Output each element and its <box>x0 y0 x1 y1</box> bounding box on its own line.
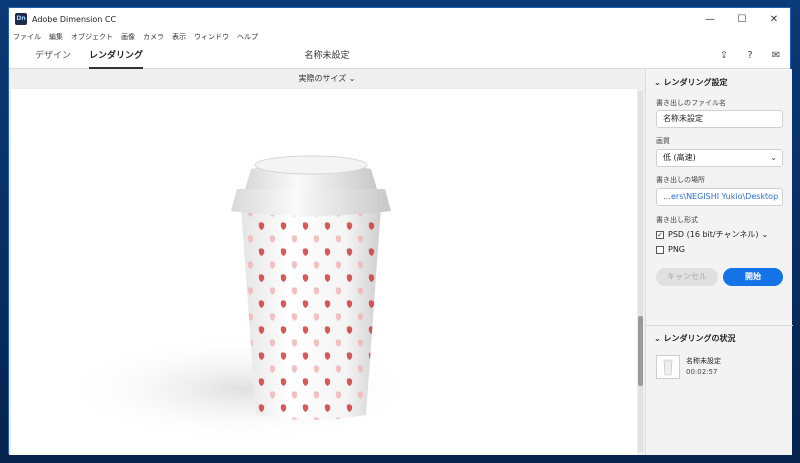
menu-object[interactable]: オブジェクト <box>71 32 113 42</box>
menu-file[interactable]: ファイル <box>13 32 41 42</box>
app-window: Dn Adobe Dimension CC — ☐ ✕ ファイル 編集 オブジェ… <box>8 7 793 455</box>
menu-help[interactable]: ヘルプ <box>237 32 258 42</box>
render-job-time: 00:02:57 <box>686 368 718 376</box>
render-settings-title: レンダリング設定 <box>663 78 728 87</box>
close-button[interactable]: ✕ <box>758 8 790 30</box>
render-settings-panel: ⌄ レンダリング設定 書き出しのファイル名 名称未設定 画質 低 (高速) ⌄ … <box>645 69 793 455</box>
format-label: 書き出し形式 <box>656 216 698 224</box>
mode-tab-bar: デザイン レンダリング 名称未設定 ⇪ ? ✉ <box>9 44 790 69</box>
chevron-down-icon[interactable]: ⌄ <box>761 230 768 239</box>
menu-camera[interactable]: カメラ <box>143 32 164 42</box>
menu-image[interactable]: 画像 <box>121 32 135 42</box>
menu-window[interactable]: ウィンドウ <box>194 32 229 42</box>
view-size-dropdown[interactable]: 実際のサイズ ⌄ <box>9 69 645 89</box>
chevron-down-icon: ⌄ <box>770 153 777 162</box>
render-settings-header[interactable]: ⌄ レンダリング設定 <box>654 77 728 88</box>
start-render-button[interactable]: 開始 <box>723 268 783 286</box>
render-viewport[interactable] <box>11 89 637 455</box>
format-psd-option[interactable]: ✓ PSD (16 bit/チャンネル) ⌄ <box>656 229 768 240</box>
chevron-down-icon: ⌄ <box>654 334 664 343</box>
psd-checkbox[interactable]: ✓ <box>656 230 664 239</box>
window-controls: — ☐ ✕ <box>694 8 790 30</box>
location-label: 書き出しの場所 <box>656 176 705 184</box>
cup-thumbnail-icon <box>663 359 673 376</box>
help-icon[interactable]: ? <box>742 48 758 64</box>
filename-input[interactable]: 名称未設定 <box>656 110 783 128</box>
scrollbar-thumb[interactable] <box>638 316 643 386</box>
cancel-button[interactable]: キャンセル <box>656 268 718 286</box>
canvas-area: 実際のサイズ ⌄ <box>9 69 645 455</box>
coffee-cup-render <box>61 155 421 444</box>
render-status-header[interactable]: ⌄ レンダリングの状況 <box>654 333 736 344</box>
render-job-name: 名称未設定 <box>686 357 721 365</box>
menu-bar: ファイル 編集 オブジェクト 画像 カメラ 表示 ウィンドウ ヘルプ <box>9 30 790 44</box>
chevron-down-icon: ⌄ <box>654 78 664 87</box>
minimize-button[interactable]: — <box>694 8 726 30</box>
top-right-icons: ⇪ ? ✉ <box>716 48 784 64</box>
format-png-option[interactable]: PNG <box>656 245 685 254</box>
quality-select[interactable]: 低 (高速) ⌄ <box>656 149 783 167</box>
render-thumbnail[interactable] <box>656 355 680 379</box>
quality-value: 低 (高速) <box>663 153 696 162</box>
png-checkbox[interactable] <box>656 245 664 254</box>
render-status-title: レンダリングの状況 <box>663 334 736 343</box>
psd-label: PSD (16 bit/チャンネル) <box>668 230 759 239</box>
comment-icon[interactable]: ✉ <box>768 48 784 64</box>
filename-label: 書き出しのファイル名 <box>656 99 726 107</box>
title-bar: Dn Adobe Dimension CC — ☐ ✕ <box>9 8 790 30</box>
quality-label: 画質 <box>656 137 670 145</box>
menu-view[interactable]: 表示 <box>172 32 186 42</box>
viewport-scrollbar[interactable] <box>638 91 643 452</box>
dimension-app-icon: Dn <box>15 13 27 25</box>
panel-divider <box>646 325 793 326</box>
maximize-button[interactable]: ☐ <box>726 8 758 30</box>
document-title: 名称未設定 <box>304 51 350 61</box>
share-icon[interactable]: ⇪ <box>716 48 732 64</box>
menu-edit[interactable]: 編集 <box>49 32 63 42</box>
window-title: Adobe Dimension CC <box>32 14 117 24</box>
png-label: PNG <box>668 245 686 254</box>
location-input[interactable]: …ers\NEGISHI Yukio\Desktop <box>656 188 783 206</box>
